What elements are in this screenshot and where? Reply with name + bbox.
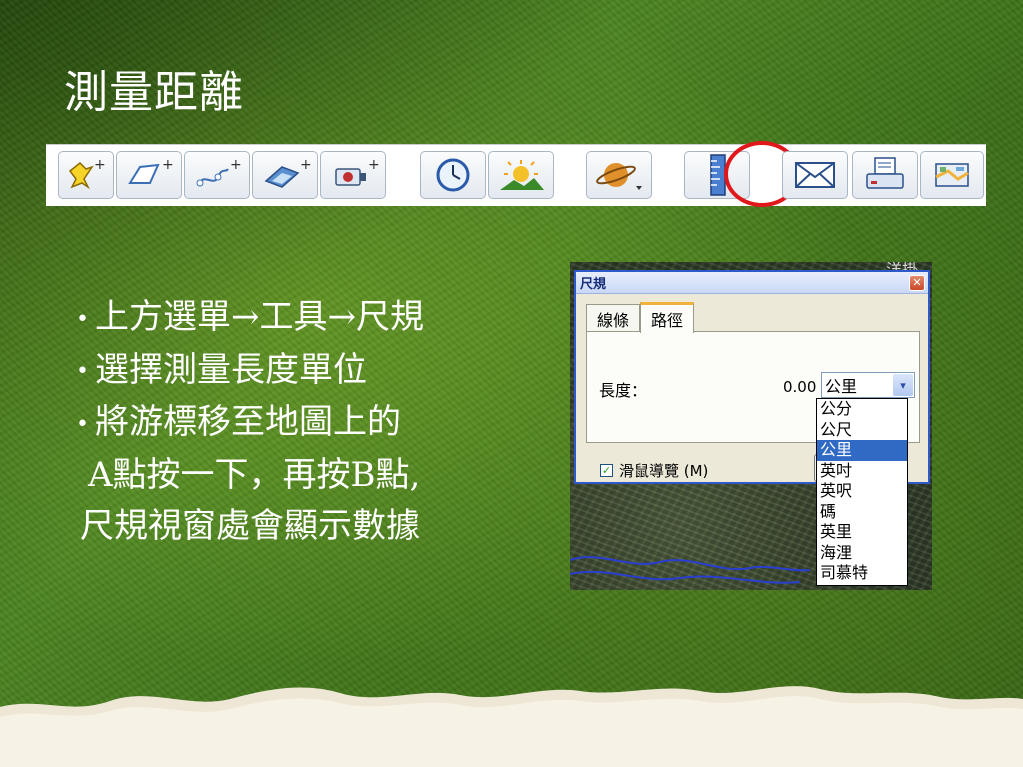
unit-select-value: 公里 [825,377,858,396]
slide-title: 測量距離 [64,67,244,118]
unit-option[interactable]: 英里 [817,522,907,543]
unit-option[interactable]: 司慕特 [817,563,907,584]
chevron-down-icon[interactable]: ▾ [893,374,913,396]
length-label: 長度： [599,381,648,400]
historical-imagery-button[interactable] [420,151,486,199]
mouse-navigation-option[interactable]: ✓ 滑鼠導覽 (M) [600,460,708,481]
sunlight-button[interactable] [488,151,554,199]
record-tour-button[interactable]: + [320,151,386,199]
unit-option[interactable]: 碼 [817,502,907,523]
email-button[interactable] [782,151,848,199]
path-plus-icon: + [196,157,242,187]
bullet-dot: • [76,359,89,384]
polygon-plus-icon: + [128,157,174,184]
bullet-item: • 將游標移至地圖上的 [76,397,546,450]
unit-option[interactable]: 公尺 [817,420,907,441]
image-overlay-plus-icon: + [264,157,312,188]
svg-text:+: + [300,157,312,173]
print-button[interactable] [852,151,918,199]
add-polygon-button[interactable]: + [116,151,182,199]
bullet-dot: • [76,306,89,332]
switch-planet-button[interactable] [586,151,652,199]
dialog-titlebar: 尺規 ✕ [576,272,928,294]
add-path-button[interactable]: + [184,151,250,199]
camera-plus-icon: + [335,157,380,186]
unit-option[interactable]: 英吋 [817,461,907,482]
sun-landscape-icon [500,160,544,190]
svg-text:+: + [94,157,106,173]
unit-dropdown-list: 公分 公尺 公里 英吋 英呎 碼 英里 海浬 司慕特 [816,398,908,586]
map-icon [935,163,969,187]
torn-paper-edge [0,686,1023,767]
printer-icon [866,157,904,189]
unit-option[interactable]: 公分 [817,399,907,420]
unit-option-selected[interactable]: 公里 [817,440,907,461]
bullet-text: 將游標移至地圖上的 [94,402,401,442]
tab-line[interactable]: 線條 [586,304,641,332]
unit-option[interactable]: 英呎 [817,481,907,502]
add-image-overlay-button[interactable]: + [252,151,318,199]
svg-text:+: + [230,157,242,173]
dialog-title: 尺規 [580,277,607,292]
bullet-text: A點按一下，再按B點, [88,454,421,495]
instruction-list: • 上方選單→工具→尺規 • 選擇測量長度單位 • 將游標移至地圖上的 A點按一下，再… [76,292,546,552]
planet-icon [596,163,642,190]
view-in-maps-button[interactable] [920,151,984,199]
close-icon[interactable]: ✕ [909,274,925,291]
bullet-item: • 上方選單→工具→尺規 [76,292,546,345]
bullet-text: 上方選單→工具→尺規 [94,297,424,337]
length-value: 0.00 [783,378,817,396]
bullet-continuation: A點按一下，再按B點, [76,450,546,501]
google-earth-toolbar: + + + + + [46,141,986,207]
add-placemark-button[interactable]: + [58,151,114,199]
svg-text:+: + [162,157,174,173]
bullet-text: 尺規視窗處會顯示數據 [80,505,420,546]
unit-option[interactable]: 海浬 [817,543,907,564]
ruler-dialog-screenshot: 洋掛 尺規 ✕ 線條 路徑 長度： 0.00 公里 ▾ ✓ 滑鼠導覽 (M) 公… [570,262,932,590]
mouse-navigation-label: 滑鼠導覽 (M) [619,462,709,480]
dialog-tabs: 線條 路徑 [586,302,695,333]
clock-icon [436,158,470,192]
bullet-continuation: 尺規視窗處會顯示數據 [76,501,546,552]
envelope-icon [795,162,835,188]
unit-select[interactable]: 公里 ▾ [821,372,915,398]
bullet-text: 選擇測量長度單位 [94,349,367,390]
svg-text:+: + [368,157,380,173]
bullet-item: • 選擇測量長度單位 [76,345,546,398]
mouse-navigation-checkbox[interactable]: ✓ [600,464,613,477]
bullet-dot: • [76,411,89,437]
tab-path[interactable]: 路徑 [640,302,695,333]
pushpin-plus-icon: + [68,157,106,190]
